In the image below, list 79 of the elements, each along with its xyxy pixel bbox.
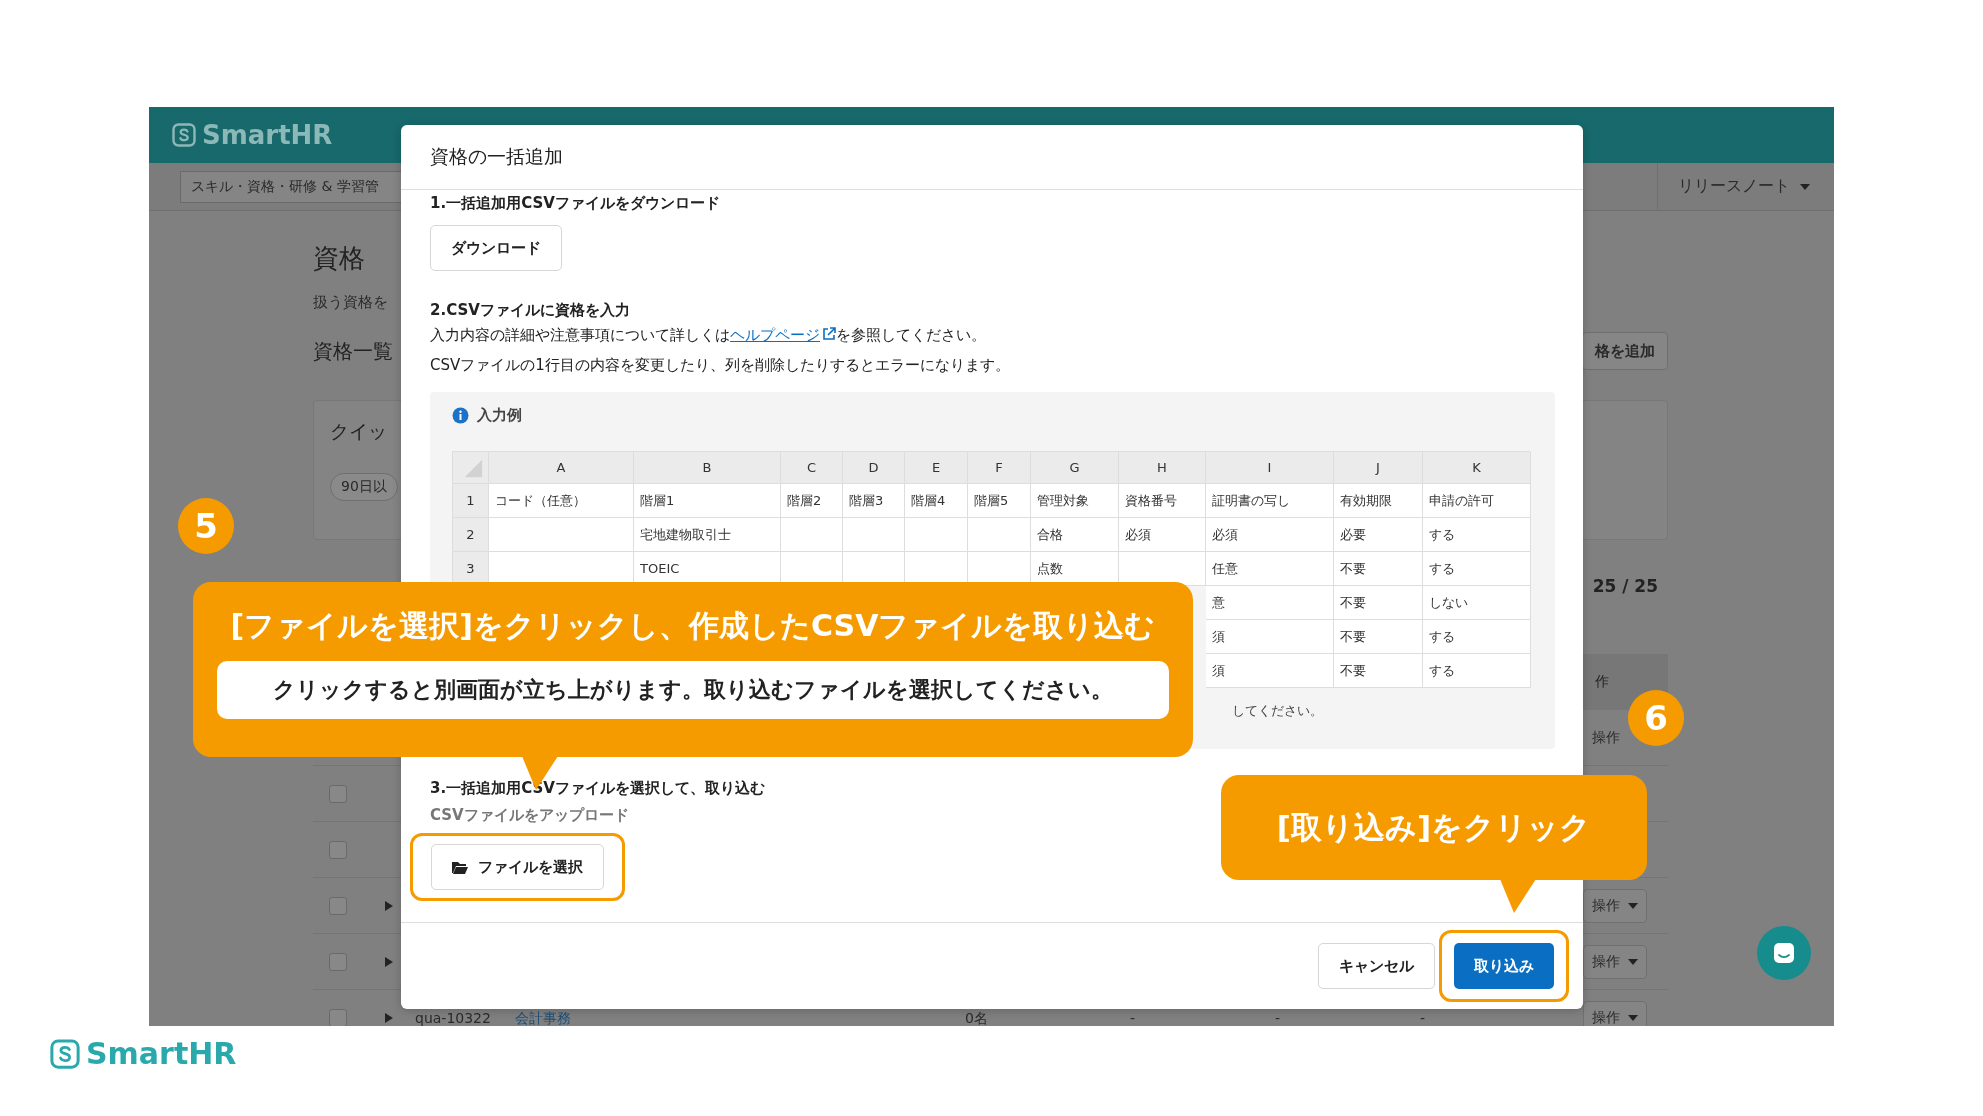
row-number: 1 <box>453 484 489 518</box>
sheet-cell: 意 <box>1206 586 1334 620</box>
callout-title: [取り込み]をクリック <box>1276 807 1592 847</box>
sheet-cell: 不要 <box>1334 620 1423 654</box>
column-header: I <box>1206 452 1334 484</box>
import-button[interactable]: 取り込み <box>1454 943 1554 989</box>
table-cell: - <box>1130 1011 1136 1026</box>
sheet-cell: 証明書の写し <box>1206 484 1334 518</box>
sheet-cell: 階層2 <box>781 484 843 518</box>
help-link[interactable]: ヘルプページ <box>730 326 836 344</box>
filter-chip[interactable]: 90日以 <box>330 473 398 501</box>
add-button[interactable]: 格を追加 <box>1582 332 1668 370</box>
sheet-cell: コード（任意） <box>489 484 634 518</box>
sheet-cell: 階層5 <box>968 484 1031 518</box>
action-menu-button[interactable]: 操作 <box>1583 1000 1647 1026</box>
sheet-cell: 階層3 <box>843 484 905 518</box>
sheet-cell: 任意 <box>1206 552 1334 586</box>
table-cell: qua-10322 <box>415 1011 491 1026</box>
sheet-cell: 階層4 <box>905 484 968 518</box>
list-heading: 資格一覧 <box>313 337 393 365</box>
pagination-count: 25 / 25 <box>1592 576 1658 596</box>
sheet-cell: 必須 <box>1206 518 1334 552</box>
step-heading: 2.CSVファイルに資格を入力 <box>430 301 630 320</box>
sheet-cell: 有効期限 <box>1334 484 1423 518</box>
action-menu-button[interactable]: 操作 <box>1583 720 1629 755</box>
page-title: 資格 <box>313 242 365 275</box>
download-button[interactable]: ダウンロード <box>430 225 562 271</box>
sheet-cell: 須 <box>1206 654 1334 688</box>
sheet-cell: する <box>1423 518 1531 552</box>
sheet-cell: 不要 <box>1334 552 1423 586</box>
logo-text: SmartHR <box>86 1036 237 1071</box>
filter-label: クイッ <box>330 419 387 444</box>
action-menu-button[interactable]: 操作 <box>1583 888 1647 923</box>
column-heading: 作 <box>1595 673 1609 691</box>
sheet-cell: しない <box>1423 586 1531 620</box>
sheet-cell: 不要 <box>1334 586 1423 620</box>
table-cell: - <box>1420 1011 1426 1026</box>
example-note: してください。 <box>1232 702 1323 720</box>
callout-title: [ファイルを選択]をクリックし、作成したCSVファイルを取り込む <box>230 607 1156 645</box>
qualification-link[interactable]: 会計事務 <box>515 1011 571 1026</box>
column-header: E <box>905 452 968 484</box>
sheet-cell: 必須 <box>1119 518 1206 552</box>
column-header: F <box>968 452 1031 484</box>
column-header: G <box>1031 452 1119 484</box>
upload-label: CSVファイルをアップロード <box>430 806 629 825</box>
sheet-cell: 階層1 <box>634 484 781 518</box>
callout-detail: クリックすると別画面が立ち上がります。取り込むファイルを選択してください。 <box>217 661 1169 719</box>
sheet-cell: する <box>1423 552 1531 586</box>
sheet-cell: 資格番号 <box>1119 484 1206 518</box>
sheet-cell: 須 <box>1206 620 1334 654</box>
release-notes-menu[interactable]: リリースノート <box>1657 162 1810 211</box>
example-title: 入力例 <box>477 406 522 425</box>
sheet-cell: 申請の許可 <box>1423 484 1531 518</box>
action-menu-button[interactable]: 操作 <box>1583 944 1647 979</box>
sheet-cell: 管理対象 <box>1031 484 1119 518</box>
column-header: J <box>1334 452 1423 484</box>
sheet-cell: 合格 <box>1031 518 1119 552</box>
page-description: 扱う資格を <box>313 293 388 312</box>
instruction-text: 入力内容の詳細や注意事項について詳しくはヘルプページ を参照してください。 <box>430 325 986 346</box>
row-number: 2 <box>453 518 489 552</box>
table-cell: 0名 <box>965 1011 988 1026</box>
sheet-cell: する <box>1423 654 1531 688</box>
dialog-title: 資格の一括追加 <box>401 125 1583 190</box>
sheet-cell: 必要 <box>1334 518 1423 552</box>
step-heading: 1.一括追加用CSVファイルをダウンロード <box>430 194 720 213</box>
column-header: B <box>634 452 781 484</box>
column-header: C <box>781 452 843 484</box>
instruction-text: CSVファイルの1行目の内容を変更したり、列を削除したりするとエラーになります。 <box>430 355 1010 376</box>
column-header: H <box>1119 452 1206 484</box>
file-select-button[interactable]: ファイルを選択 <box>431 844 604 890</box>
sheet-cell: 不要 <box>1334 654 1423 688</box>
cancel-button[interactable]: キャンセル <box>1318 943 1435 989</box>
table-cell: - <box>1275 1011 1281 1026</box>
column-header: D <box>843 452 905 484</box>
sheet-cell: する <box>1423 620 1531 654</box>
logo-text: SmartHR <box>202 120 333 150</box>
column-header: K <box>1423 452 1531 484</box>
sheet-cell: 宅地建物取引士 <box>634 518 781 552</box>
column-header: A <box>489 452 634 484</box>
